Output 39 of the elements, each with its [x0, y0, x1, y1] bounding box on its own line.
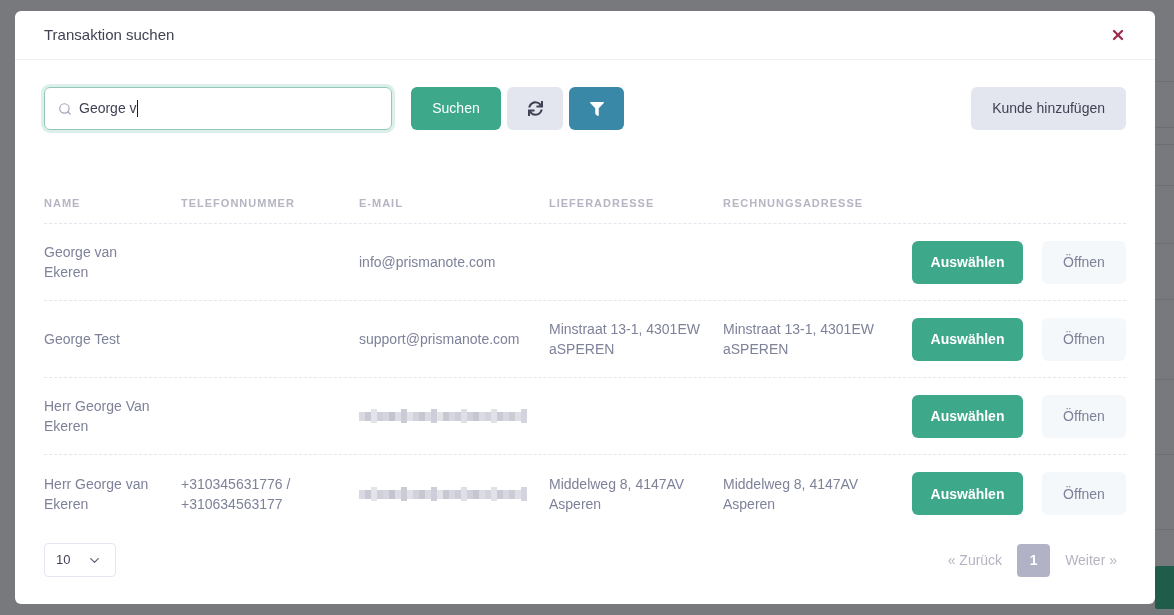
search-icon: [58, 101, 72, 116]
column-header: LIEFERADRESSE: [549, 197, 655, 209]
column-header: TELEFONNUMMER: [181, 197, 295, 209]
search-field[interactable]: George v: [44, 87, 392, 130]
select-button[interactable]: Auswählen: [912, 240, 1023, 284]
add-customer-button[interactable]: Kunde hinzufügen: [971, 87, 1126, 130]
table-cell-text: Middelweg 8, 4147AV Asperen: [723, 474, 860, 514]
column-header: NAME: [44, 197, 81, 209]
table-cell-text: George Test: [44, 330, 121, 349]
page-size-select[interactable]: 10: [44, 543, 116, 577]
table-cell-text: info@prismanote.com: [359, 253, 497, 272]
table-cell-text: support@prismanote.com: [359, 330, 521, 349]
table-cell-text: Minstraat 13-1, 4301EW aSPEREN: [723, 320, 875, 359]
table-cell-text: +310345631776 / +310634563177: [181, 474, 292, 514]
open-button[interactable]: Öffnen: [1042, 394, 1126, 438]
open-button[interactable]: Öffnen: [1042, 240, 1126, 284]
table-cell-text: Herr George Van Ekeren: [44, 397, 151, 436]
refresh-button[interactable]: [507, 87, 563, 130]
search-button[interactable]: Suchen: [411, 87, 501, 130]
background-bar: [1155, 566, 1174, 609]
select-button[interactable]: Auswählen: [912, 472, 1023, 515]
close-icon: [1110, 27, 1126, 43]
table-cell-text: Minstraat 13-1, 4301EW aSPEREN: [549, 320, 701, 359]
table-cell-text: George van Ekeren: [44, 243, 119, 282]
column-header: E-MAIL: [359, 197, 403, 209]
page-button[interactable]: 1: [1017, 543, 1051, 577]
filter-icon: [589, 101, 604, 116]
select-button[interactable]: Auswählen: [912, 317, 1023, 361]
open-button[interactable]: Öffnen: [1042, 472, 1126, 515]
filter-button[interactable]: [569, 87, 624, 130]
table-cell-text: Middelweg 8, 4147AV Asperen: [549, 474, 686, 514]
table-cell-text: Herr George van Ekeren: [44, 474, 150, 514]
select-button[interactable]: Auswählen: [912, 394, 1023, 438]
dialog-title: Transaktion suchen: [44, 24, 175, 45]
column-header: RECHNUNGSADRESSE: [723, 197, 864, 209]
text-cursor-icon: [136, 100, 138, 117]
open-button[interactable]: Öffnen: [1042, 317, 1126, 361]
refresh-icon: [527, 101, 543, 116]
close-button[interactable]: [1110, 27, 1126, 43]
